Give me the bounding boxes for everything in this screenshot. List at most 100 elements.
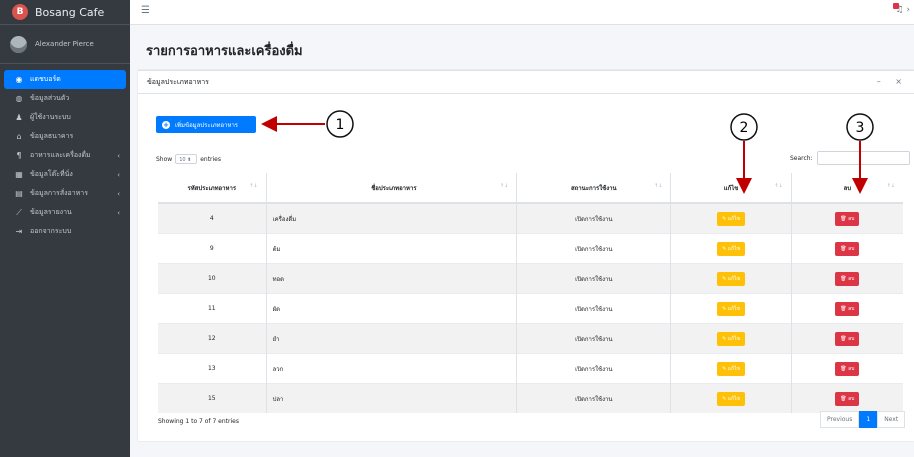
logout-icon: ⇥	[15, 227, 23, 236]
previous-page-button[interactable]: Previous	[820, 411, 860, 428]
edit-button[interactable]: ✎ แก้ไข	[717, 391, 746, 406]
delete-button-label: ลบ	[848, 215, 855, 222]
sidebar-item-4[interactable]: ¶ อาหารและเครื่องดื่ม ‹	[4, 146, 126, 165]
sidebar-item-6[interactable]: ▤ ข้อมูลการสั่งอาหาร ‹	[4, 184, 126, 203]
brand-logo-icon: B	[12, 4, 28, 20]
avatar	[10, 35, 27, 53]
header-id-label: รหัสประเภทอาหาร	[187, 184, 237, 192]
user-circle-icon: ◍	[15, 94, 23, 103]
edit-button-label: แก้ไข	[727, 395, 741, 402]
delete-button[interactable]: 🗑 ลบ	[835, 391, 860, 406]
sidebar-item-7[interactable]: ⟋ ข้อมูลรายงาน ‹	[4, 203, 126, 222]
sidebar-item-label: ข้อมูลส่วนตัว	[30, 94, 70, 102]
notification-bell-icon[interactable]: ♫ ›	[895, 5, 910, 15]
header-status[interactable]: สถานะการใช้งาน ↑↓	[516, 173, 671, 204]
search-input[interactable]	[816, 151, 910, 165]
chevron-left-icon: ‹	[117, 170, 120, 179]
cell-edit: ✎ แก้ไข	[670, 353, 792, 384]
delete-button[interactable]: 🗑 ลบ	[835, 211, 860, 226]
cell-id: 10	[158, 263, 267, 294]
card-tools[interactable]: – ×	[877, 77, 908, 86]
cell-delete: 🗑 ลบ	[790, 293, 903, 324]
sidebar-item-5[interactable]: ▦ ข้อมูลโต๊ะที่นั่ง ‹	[4, 165, 126, 184]
table-row: 4 เครื่องดื่ม เปิดการใช้งาน ✎ แก้ไข 🗑 ลบ	[158, 202, 903, 234]
table-row: 13 ลวก เปิดการใช้งาน ✎ แก้ไข 🗑 ลบ	[158, 353, 903, 384]
header-edit-label: แก้ไข	[723, 184, 739, 192]
delete-button[interactable]: 🗑 ลบ	[835, 301, 860, 316]
delete-button[interactable]: 🗑 ลบ	[835, 241, 860, 256]
topbar: ☰ ♫ ›	[130, 0, 914, 25]
edit-button-label: แก้ไข	[727, 365, 741, 372]
cell-status: เปิดการใช้งาน	[516, 323, 671, 354]
sidebar-item-3[interactable]: ⌂ ข้อมูลธนาคาร	[4, 127, 126, 146]
edit-button-label: แก้ไข	[727, 245, 741, 252]
edit-button[interactable]: ✎ แก้ไข	[717, 301, 746, 316]
table-icon: ▦	[15, 170, 23, 179]
delete-button-label: ลบ	[848, 395, 855, 402]
add-food-type-button[interactable]: + เพิ่มข้อมูลประเภทอาหาร	[156, 116, 256, 133]
sort-icon: ↑↓	[654, 182, 663, 189]
edit-button-label: แก้ไข	[727, 305, 741, 312]
cell-status: เปิดการใช้งาน	[516, 233, 671, 264]
cell-edit: ✎ แก้ไข	[670, 263, 792, 294]
edit-button[interactable]: ✎ แก้ไข	[717, 331, 746, 346]
header-edit[interactable]: แก้ไข ↑↓	[670, 173, 792, 204]
add-food-type-label: เพิ่มข้อมูลประเภทอาหาร	[175, 121, 239, 129]
plus-circle-icon: +	[162, 120, 170, 129]
entries-select[interactable]: 10 ⬍	[175, 154, 198, 164]
header-name[interactable]: ชื่อประเภทอาหาร ↑↓	[265, 173, 517, 204]
showing-entries-text: Showing 1 to 7 of 7 entries	[158, 418, 239, 425]
clipboard-icon: ▤	[15, 189, 23, 198]
cell-edit: ✎ แก้ไข	[670, 233, 792, 264]
sidebar-item-8[interactable]: ⇥ ออกจากระบบ	[4, 222, 126, 241]
user-panel[interactable]: Alexander Pierce	[0, 25, 130, 64]
sort-icon: ↑↓	[886, 182, 895, 189]
cell-delete: 🗑 ลบ	[790, 233, 903, 264]
edit-button[interactable]: ✎ แก้ไข	[717, 271, 746, 286]
card-header: ข้อมูลประเภทอาหาร – ×	[138, 71, 914, 94]
delete-button-label: ลบ	[848, 365, 855, 372]
hamburger-menu-icon[interactable]: ☰	[141, 5, 150, 16]
cell-id: 15	[158, 383, 267, 413]
cell-name: ทอด	[265, 263, 517, 294]
cell-id: 11	[158, 293, 267, 324]
cell-delete: 🗑 ลบ	[790, 323, 903, 354]
brand-link[interactable]: B Bosang Cafe	[0, 0, 130, 25]
cell-delete: 🗑 ลบ	[790, 383, 903, 413]
cell-name: เครื่องดื่ม	[265, 202, 517, 234]
edit-button[interactable]: ✎ แก้ไข	[717, 361, 746, 376]
sort-icon: ↑↓	[249, 182, 258, 189]
sidebar-item-label: ข้อมูลธนาคาร	[30, 132, 74, 140]
users-icon: ♟	[15, 113, 23, 122]
sidebar-item-label: อาหารและเครื่องดื่ม	[30, 151, 91, 159]
sidebar-item-1[interactable]: ◍ ข้อมูลส่วนตัว	[4, 89, 126, 108]
next-page-button[interactable]: Next	[877, 411, 906, 428]
bank-icon: ⌂	[16, 132, 22, 141]
edit-button[interactable]: ✎ แก้ไข	[717, 241, 746, 256]
table-row: 10 ทอด เปิดการใช้งาน ✎ แก้ไข 🗑 ลบ	[158, 263, 903, 294]
edit-button[interactable]: ✎ แก้ไข	[717, 211, 746, 226]
sidebar-item-0[interactable]: ◉ แดชบอร์ด	[4, 70, 126, 89]
cell-delete: 🗑 ลบ	[790, 263, 903, 294]
user-name: Alexander Pierce	[35, 40, 94, 48]
cell-delete: 🗑 ลบ	[790, 202, 903, 234]
sidebar-item-label: ออกจากระบบ	[30, 227, 72, 235]
delete-button[interactable]: 🗑 ลบ	[835, 361, 860, 376]
delete-button[interactable]: 🗑 ลบ	[835, 271, 860, 286]
page-1-button[interactable]: 1	[859, 411, 878, 428]
header-id[interactable]: รหัสประเภทอาหาร ↑↓	[158, 173, 267, 204]
chevron-left-icon: ‹	[117, 151, 120, 160]
cell-id: 9	[158, 233, 267, 264]
delete-button[interactable]: 🗑 ลบ	[835, 331, 860, 346]
cell-status: เปิดการใช้งาน	[516, 202, 671, 234]
table-body: 4 เครื่องดื่ม เปิดการใช้งาน ✎ แก้ไข 🗑 ลบ 9 ต้ม…	[158, 202, 903, 413]
cell-edit: ✎ แก้ไข	[670, 293, 792, 324]
sidebar-item-label: ข้อมูลโต๊ะที่นั่ง	[30, 170, 73, 178]
cell-name: ปลา	[265, 383, 517, 413]
sidebar-item-2[interactable]: ♟ ผู้ใช้งานระบบ	[4, 108, 126, 127]
edit-button-label: แก้ไข	[727, 215, 741, 222]
edit-button-label: แก้ไข	[727, 335, 741, 342]
header-delete[interactable]: ลบ ↑↓	[790, 173, 903, 204]
cell-name: ผัด	[265, 293, 517, 324]
food-type-table: รหัสประเภทอาหาร ↑↓ ชื่อประเภทอาหาร ↑↓ สถาน…	[158, 173, 903, 413]
